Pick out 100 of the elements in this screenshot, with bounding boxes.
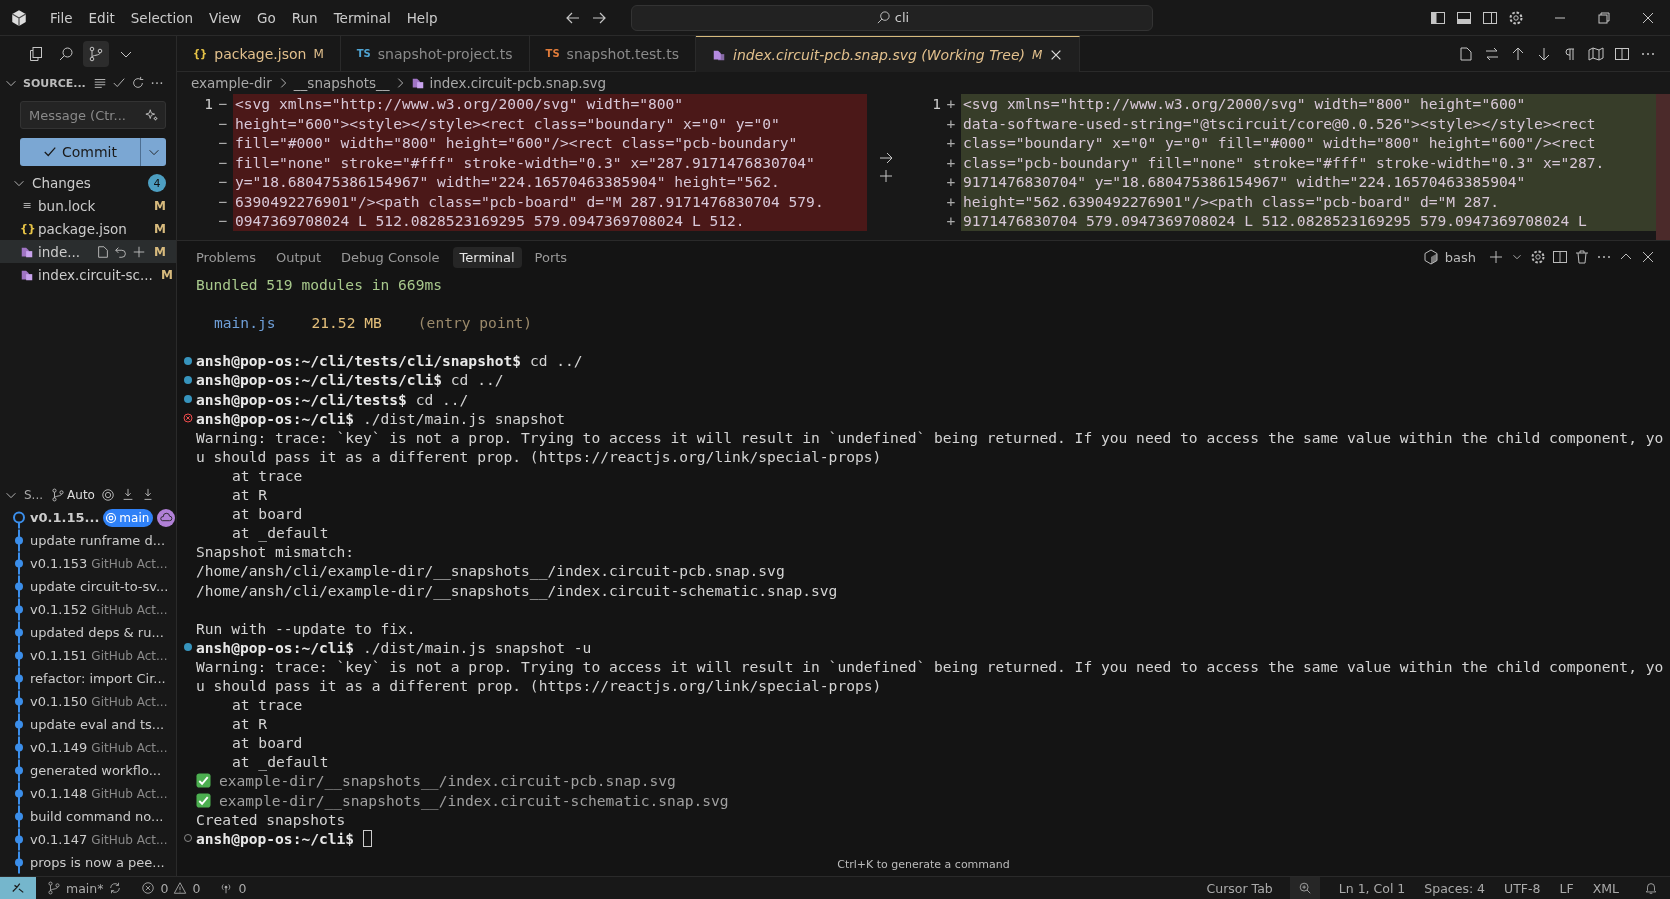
menu-item[interactable]: Run	[283, 9, 326, 26]
changed-file-item[interactable]: index.circuit-sc... M	[0, 263, 176, 286]
bell-icon[interactable]	[1644, 881, 1658, 895]
commit-button[interactable]: Commit	[20, 138, 140, 166]
restore-icon[interactable]	[1596, 9, 1612, 26]
panel-tab[interactable]: Output	[268, 246, 329, 268]
menu-item[interactable]: File	[42, 9, 81, 26]
commit-item[interactable]: update runframe d...	[0, 529, 176, 552]
branch-name[interactable]: main*	[66, 880, 104, 896]
swap-icon[interactable]	[1484, 45, 1500, 62]
commit-item[interactable]: v0.1.153 GitHub Act...	[0, 552, 176, 575]
terminal-name[interactable]: bash	[1444, 249, 1476, 265]
panel-tab[interactable]: Debug Console	[334, 246, 447, 268]
arrow-right-icon[interactable]	[878, 150, 894, 166]
changed-file-item[interactable]: ≡ bun.lock M	[0, 194, 176, 217]
menu-item[interactable]: View	[200, 9, 249, 26]
sync-icon[interactable]	[108, 881, 123, 895]
warning-count[interactable]: 0	[192, 880, 201, 896]
commit-item[interactable]: v0.1.148 GitHub Act...	[0, 782, 176, 805]
branch-icon[interactable]	[51, 488, 66, 502]
breadcrumb-item[interactable]: index.circuit-pcb.snap.svg	[429, 75, 607, 91]
breadcrumb-item[interactable]: example-dir	[191, 75, 272, 91]
source-control-icon[interactable]	[83, 41, 109, 67]
status-item[interactable]: LF	[1559, 880, 1574, 896]
added-marker: +	[945, 191, 957, 211]
status-item[interactable]: UTF-8	[1504, 880, 1541, 896]
open-file-icon[interactable]	[1458, 45, 1474, 62]
list-icon[interactable]	[92, 76, 107, 90]
sparkle-icon[interactable]	[145, 108, 159, 122]
status-item[interactable]: Ln 1, Col 1	[1338, 880, 1406, 896]
commit-item[interactable]: updated deps & ru...	[0, 621, 176, 644]
commit-item[interactable]: update circuit-to-sv...	[0, 575, 176, 598]
editor-tab[interactable]: TS snapshot-project.ts	[340, 36, 530, 72]
search-icon[interactable]	[58, 46, 74, 62]
refresh-icon[interactable]	[130, 76, 145, 90]
changes-label[interactable]: Changes	[32, 175, 91, 191]
sidebar-layout-icon[interactable]	[1430, 9, 1446, 26]
commit-item[interactable]: v0.1.152 GitHub Act...	[0, 598, 176, 621]
menu-item[interactable]: Help	[398, 9, 446, 26]
settings-icon[interactable]	[1508, 9, 1524, 26]
commit-item[interactable]: props is now a pee...	[0, 851, 176, 874]
plus-icon[interactable]	[132, 244, 147, 259]
panel-layout-icon[interactable]	[1456, 9, 1472, 26]
split-terminal-icon[interactable]	[1552, 249, 1568, 265]
status-dot-icon[interactable]	[183, 375, 193, 385]
commit-item[interactable]: refactor: import Cir...	[0, 667, 176, 690]
plus-icon[interactable]	[1488, 249, 1504, 265]
files-icon[interactable]	[28, 46, 44, 62]
status-item[interactable]: Spaces: 4	[1424, 880, 1486, 896]
commit-item[interactable]: build command no...	[0, 805, 176, 828]
commit-item[interactable]: v0.1.15... main	[0, 506, 176, 529]
commit-item[interactable]: update eval and ts...	[0, 713, 176, 736]
settings-icon[interactable]	[1530, 249, 1546, 265]
search-field[interactable]: cli	[631, 4, 1154, 31]
panel-tab[interactable]: Terminal	[452, 246, 522, 268]
close-icon[interactable]	[1640, 249, 1656, 265]
check-icon[interactable]	[111, 76, 126, 90]
split-editor-icon[interactable]	[1614, 45, 1630, 62]
menu-item[interactable]: Go	[249, 9, 284, 26]
zoom-button[interactable]	[1289, 877, 1320, 899]
menu-item[interactable]: Selection	[122, 9, 201, 26]
commit-item[interactable]: generated workflo...	[0, 759, 176, 782]
arrow-up-icon[interactable]	[1510, 45, 1526, 62]
message-field[interactable]: Message (Ctr...	[20, 101, 166, 129]
panel-tab[interactable]: Problems	[189, 246, 263, 268]
menu-item[interactable]: Terminal	[325, 9, 399, 26]
editor-tab[interactable]: index.circuit-pcb.snap.svg (Working Tree) M	[696, 36, 1081, 72]
error-dot-icon[interactable]	[183, 413, 193, 424]
warning-icon[interactable]	[173, 881, 188, 895]
breadcrumb-item[interactable]: __snapshots__	[293, 75, 390, 91]
editor-tab[interactable]: {} package.json M	[177, 36, 341, 72]
commit-item[interactable]: v0.1.149 GitHub Act...	[0, 736, 176, 759]
trash-icon[interactable]	[1574, 249, 1590, 265]
error-icon[interactable]	[141, 881, 156, 895]
map-icon[interactable]	[1588, 45, 1604, 62]
changed-file-item[interactable]: inde... M	[0, 240, 176, 263]
open-file-icon[interactable]	[96, 244, 111, 259]
arrow-down-icon[interactable]	[1536, 45, 1552, 62]
changed-file-item[interactable]: {} package.json M	[0, 217, 176, 240]
split-layout-icon[interactable]	[1482, 9, 1498, 26]
menu-item[interactable]: Edit	[80, 9, 123, 26]
status-dot-icon[interactable]	[183, 833, 193, 844]
commit-item[interactable]: v0.1.150 GitHub Act...	[0, 690, 176, 713]
commit-item[interactable]: v0.1.147 GitHub Act...	[0, 828, 176, 851]
status-dot-icon[interactable]	[183, 355, 193, 366]
status-dot-icon[interactable]	[183, 394, 193, 405]
panel-tab[interactable]: Ports	[527, 246, 575, 268]
file-icon: {}	[20, 222, 34, 235]
mode-label[interactable]: Auto	[67, 488, 95, 502]
stack-trace-line: at board	[232, 733, 303, 753]
status-item[interactable]: Cursor Tab	[1206, 880, 1273, 896]
remote-button[interactable]	[0, 877, 36, 899]
plus-icon[interactable]	[878, 168, 894, 184]
status-item[interactable]: XML	[1592, 880, 1619, 896]
port-count[interactable]: 0	[238, 880, 247, 896]
commit-item[interactable]: v0.1.151 GitHub Act...	[0, 644, 176, 667]
error-count[interactable]: 0	[160, 880, 169, 896]
branch-icon[interactable]	[47, 881, 61, 895]
target-icon[interactable]	[100, 488, 115, 502]
status-dot-icon[interactable]	[183, 642, 193, 653]
